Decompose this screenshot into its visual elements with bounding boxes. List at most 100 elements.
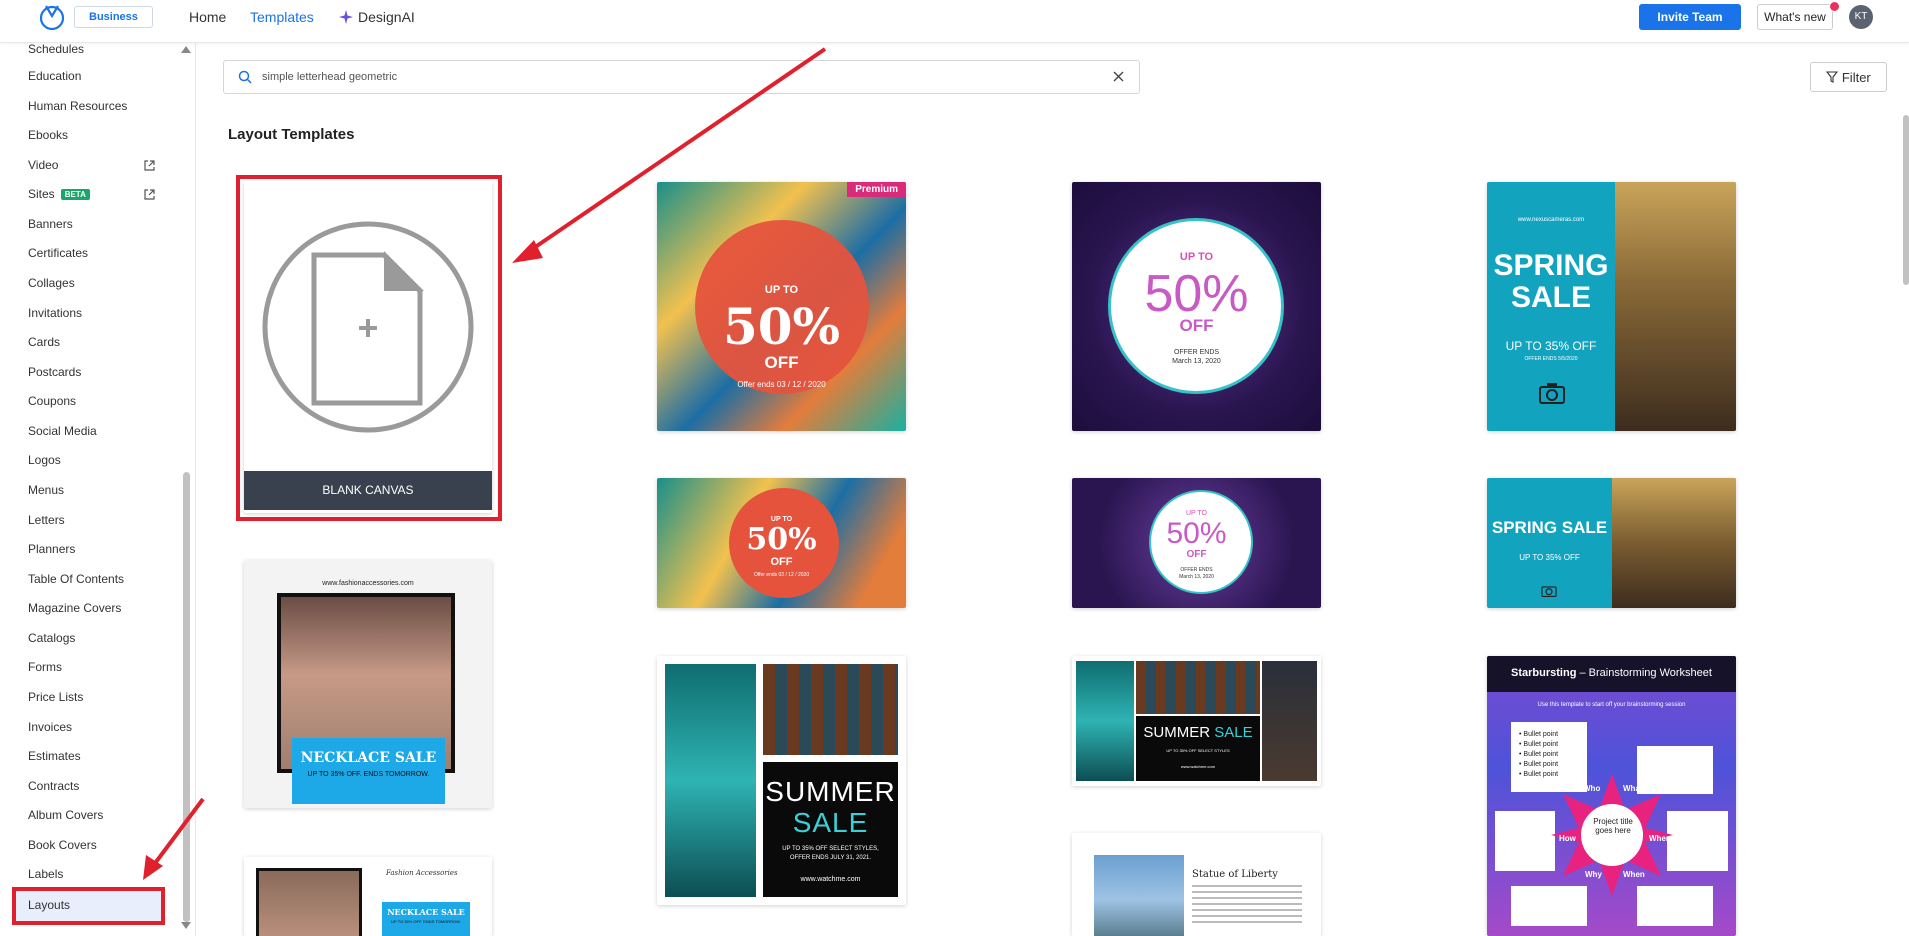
title-text-2: SALE <box>792 807 869 838</box>
sidebar-item-invitations[interactable]: Invitations <box>28 303 82 323</box>
search-input[interactable] <box>262 68 1062 86</box>
sidebar-item-ebooks[interactable]: Ebooks <box>28 125 68 145</box>
sidebar-item-menus[interactable]: Menus <box>28 480 64 500</box>
scroll-up-arrow[interactable] <box>181 46 191 53</box>
sidebar-item-contracts[interactable]: Contracts <box>28 776 79 796</box>
sidebar-item-human-resources[interactable]: Human Resources <box>28 96 127 116</box>
point-how: How <box>1559 834 1576 843</box>
sidebar-item-video[interactable]: Video <box>28 155 58 175</box>
nav-designai[interactable]: DesignAI <box>338 9 415 25</box>
sidebar-item-magazine-covers[interactable]: Magazine Covers <box>28 598 121 618</box>
sidebar-item-postcards[interactable]: Postcards <box>28 362 81 382</box>
summer-panel: SUMMER SALE UP TO 35% OFF SELECT STYLES,… <box>763 762 898 897</box>
sidebar-item-cards[interactable]: Cards <box>28 332 60 352</box>
sidebar-item-certificates[interactable]: Certificates <box>28 243 88 263</box>
filter-button[interactable]: Filter <box>1810 62 1887 92</box>
template-card-spring-sale[interactable]: www.nexuscameras.com SPRING SALE UP TO 3… <box>1487 182 1736 431</box>
url-text: www.watchme.com <box>800 876 861 883</box>
body-text-lines <box>1192 885 1302 887</box>
photo-camera-woman <box>1615 182 1736 431</box>
brand-text: Fashion Accessories <box>386 869 458 877</box>
photo-shoes <box>1262 661 1317 781</box>
intro-text: Use this template to start off your brai… <box>1537 702 1686 708</box>
arrow-head-icon <box>512 240 543 263</box>
answer-box <box>1667 811 1728 871</box>
bullet-1: Bullet point <box>1523 731 1559 738</box>
title-bold: Starbursting <box>1511 667 1577 679</box>
template-card-spring-sale-wide[interactable]: SPRING SALE UP TO 35% OFF <box>1487 478 1736 608</box>
up-to-text: UP TO <box>1185 510 1207 517</box>
percent-text: 50% <box>746 522 817 557</box>
center-text: Project title goes here <box>1593 817 1633 835</box>
scroll-down-arrow[interactable] <box>181 922 191 929</box>
section-title: Layout Templates <box>228 126 355 143</box>
sidebar-item-estimates[interactable]: Estimates <box>28 746 81 766</box>
nav-templates[interactable]: Templates <box>250 9 314 25</box>
beta-badge: BETA <box>60 189 90 201</box>
title-text: NECKLACE SALE <box>387 907 465 917</box>
main-scrollbar[interactable] <box>1903 115 1909 285</box>
sidebar-item-banners[interactable]: Banners <box>28 214 73 234</box>
fine-text: UP TO 35% OFF SELECT STYLES, <box>782 846 879 852</box>
url-text: www.fashionaccessories.com <box>322 580 414 587</box>
off-text: OFF <box>770 556 793 568</box>
template-card-statue-of-liberty[interactable]: Statue of Liberty <box>1072 833 1321 936</box>
template-card-floral-sale[interactable]: UP TO 50% OFF OFFER ENDS March 13, 2020 <box>1072 182 1321 431</box>
sidebar-item-coupons[interactable]: Coupons <box>28 391 76 411</box>
sidebar-item-labels[interactable]: Labels <box>28 864 63 884</box>
point-when: When <box>1623 870 1645 879</box>
bullet-3: Bullet point <box>1523 751 1559 758</box>
photo-statue <box>1094 855 1184 936</box>
offer-ends-text: OFFER ENDS <box>1173 349 1220 356</box>
sidebar-item-social-media[interactable]: Social Media <box>28 421 97 441</box>
top-bar: Business Home Templates DesignAI Invite … <box>0 0 1909 43</box>
off-text: OFF <box>764 353 799 372</box>
point-where: Where <box>1649 834 1674 843</box>
sidebar-item-price-lists[interactable]: Price Lists <box>28 687 83 707</box>
sidebar-item-education[interactable]: Education <box>28 66 81 86</box>
whats-new-button[interactable]: What's new <box>1757 4 1833 30</box>
sidebar-item-catalogs[interactable]: Catalogs <box>28 628 75 648</box>
title-text: SPRING SALE <box>1491 518 1608 537</box>
template-card-starbursting[interactable]: Starbursting – Brainstorming Worksheet U… <box>1487 656 1736 936</box>
sidebar-item-logos[interactable]: Logos <box>28 450 61 470</box>
up-to-text: UP TO <box>764 284 799 296</box>
filter-icon <box>1826 70 1839 83</box>
sidebar-item-book-covers[interactable]: Book Covers <box>28 835 97 855</box>
template-card-tropical-sale-wide[interactable]: UP TO 50% OFF Offer ends 03 / 12 / 2020 <box>657 478 906 608</box>
close-icon[interactable] <box>1113 71 1124 82</box>
sidebar-item-collages[interactable]: Collages <box>28 273 75 293</box>
nav-home[interactable]: Home <box>189 9 226 25</box>
external-link-icon[interactable] <box>144 189 155 200</box>
avatar[interactable]: KT <box>1849 5 1873 29</box>
nav-designai-label: DesignAI <box>358 9 415 25</box>
sidebar-item-album-covers[interactable]: Album Covers <box>28 805 103 825</box>
subtitle-text: UP TO 35% OFF <box>1519 553 1580 562</box>
template-card-necklace-sale[interactable]: www.fashionaccessories.com NECKLACE SALE… <box>244 560 492 808</box>
premium-badge: Premium <box>847 182 906 197</box>
percent-text: 50% <box>1144 265 1249 323</box>
sidebar-item-forms[interactable]: Forms <box>28 657 62 677</box>
sidebar-item-invoices[interactable]: Invoices <box>28 717 72 737</box>
template-card-floral-sale-wide[interactable]: UP TO 50% OFF OFFER ENDS March 13, 2020 <box>1072 478 1321 608</box>
invite-team-button[interactable]: Invite Team <box>1639 4 1741 30</box>
sidebar-item-planners[interactable]: Planners <box>28 539 75 559</box>
template-card-summer-sale-wide[interactable]: SUMMER SALE UP TO 35% OFF SELECT STYLES … <box>1072 656 1321 786</box>
photo-building <box>1136 661 1260 714</box>
photo-watch <box>665 664 756 897</box>
sidebar-item-sites[interactable]: Sites BETA <box>28 184 90 204</box>
off-text: OFF <box>1186 549 1207 560</box>
notification-dot <box>1829 1 1840 12</box>
sidebar-item-letters[interactable]: Letters <box>28 510 65 530</box>
sidebar-scrollbar[interactable] <box>183 472 190 922</box>
template-card-necklace-sale-2[interactable]: Fashion Accessories NECKLACE SALE UP TO … <box>244 857 492 936</box>
template-card-summer-sale[interactable]: SUMMER SALE UP TO 35% OFF SELECT STYLES,… <box>657 656 906 905</box>
off-text: OFF <box>1179 316 1214 335</box>
app-logo-icon[interactable] <box>38 2 66 30</box>
sidebar-item-sites-label: Sites <box>28 187 55 201</box>
annotation-highlight-box <box>236 175 502 521</box>
external-link-icon[interactable] <box>144 160 155 171</box>
sidebar-item-table-of-contents[interactable]: Table Of Contents <box>28 569 124 589</box>
search-box[interactable] <box>223 60 1140 94</box>
template-card-tropical-sale[interactable]: UP TO 50% OFF Offer ends 03 / 12 / 2020 … <box>657 182 906 431</box>
